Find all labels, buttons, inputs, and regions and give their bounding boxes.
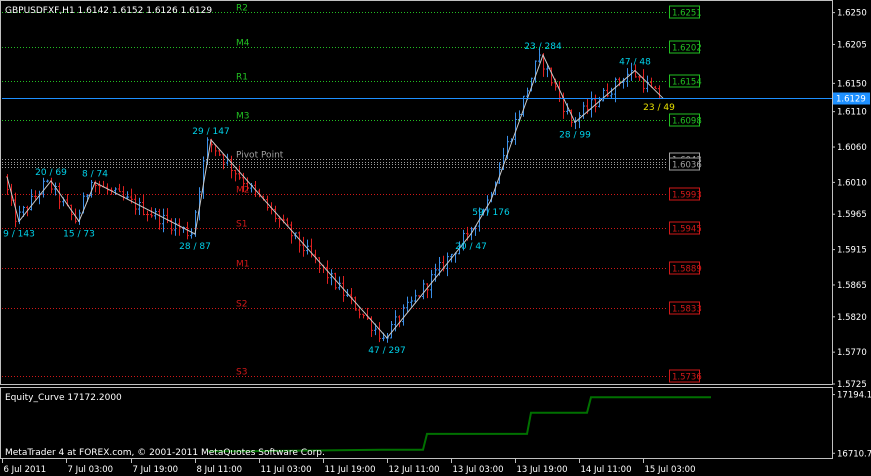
candles bbox=[6, 48, 661, 343]
time-tick-label-4: 11 Jul 03:00 bbox=[261, 465, 312, 475]
pivot-price-label-6: 1.5993 bbox=[672, 191, 702, 201]
price-tick-label-9: 1.5820 bbox=[837, 313, 867, 323]
zigzag-label-7: 47 / 297 bbox=[368, 346, 405, 356]
pivot-price-label-5: 1.6036 bbox=[672, 161, 702, 171]
pivot-price-label-10: 1.5736 bbox=[672, 373, 702, 383]
time-tick-label-3: 8 Jul 11:00 bbox=[197, 465, 243, 475]
zigzag-label-9: 59 / 176 bbox=[472, 208, 510, 218]
zigzag-label-12: 47 / 48 bbox=[619, 58, 651, 68]
pivot-price-label-1: 1.6202 bbox=[672, 44, 702, 54]
pivot-name-9: S2 bbox=[236, 300, 247, 310]
current-price-tag-label: 1.6129 bbox=[836, 95, 866, 105]
zigzag-label-5: 28 / 87 bbox=[179, 242, 211, 252]
time-tick-label-8: 13 Jul 19:00 bbox=[517, 465, 568, 475]
price-tick-label-6: 1.5965 bbox=[837, 210, 867, 220]
zigzag-label-8: 20 / 47 bbox=[455, 242, 487, 252]
pivot-name-8: M1 bbox=[236, 260, 250, 270]
time-tick-label-2: 7 Jul 19:00 bbox=[133, 465, 179, 475]
zigzag-label-4: 8 / 74 bbox=[82, 169, 108, 179]
pivot-name-2: R1 bbox=[236, 73, 248, 83]
main-pane-frame bbox=[0, 0, 833, 459]
zigzag-label-6: 29 / 147 bbox=[192, 127, 229, 137]
time-tick-label-5: 11 Jul 19:00 bbox=[325, 465, 376, 475]
symbol-header: GBPUSDFXF,H1 1.6142 1.6152 1.6126 1.6129 bbox=[5, 6, 212, 16]
price-tick-label-1: 1.6205 bbox=[837, 40, 867, 50]
copyright-text: MetaTrader 4 at FOREX.com, © 2001-2011 M… bbox=[5, 448, 325, 458]
pivot-price-label-9: 1.5833 bbox=[672, 305, 702, 315]
current-price: 1.6129 bbox=[2, 92, 870, 105]
pivot-price-label-7: 1.5945 bbox=[672, 225, 702, 235]
pivot-name-0: R2 bbox=[236, 4, 248, 14]
zigzag-label-11: 28 / 99 bbox=[559, 130, 591, 140]
pivot-name-1: M4 bbox=[236, 39, 250, 49]
zigzag-label-1: 9 / 143 bbox=[3, 229, 35, 239]
equity-tick-label-1: 16710.75 bbox=[837, 449, 871, 459]
pivot-price-label-2: 1.6154 bbox=[672, 78, 702, 88]
equity-line bbox=[207, 396, 711, 453]
pivot-levels: R2 1.6251 M4 1.6202 R1 1.6154 M3 1.6098 Pivot Po… bbox=[2, 4, 702, 383]
chart-canvas: R2 1.6251 M4 1.6202 R1 1.6154 M3 1.6098 Pivot Po… bbox=[0, 0, 871, 475]
price-tick-label-7: 1.5915 bbox=[837, 246, 867, 256]
equity-tick-label-0: 17194.1 bbox=[837, 391, 871, 401]
price-tick-label-4: 1.6060 bbox=[837, 143, 867, 153]
last-annotation: 23 / 49 bbox=[643, 103, 675, 113]
time-tick-label-0: 6 Jul 2011 bbox=[4, 465, 47, 475]
price-tick-label-10: 1.5770 bbox=[837, 348, 867, 358]
main-pane-border bbox=[0, 0, 833, 385]
zigzag-label-2: 20 / 69 bbox=[35, 168, 67, 178]
pivot-name-10: S3 bbox=[236, 368, 247, 378]
pivot-price-label-0: 1.6251 bbox=[672, 9, 702, 19]
price-tick-label-5: 1.6010 bbox=[837, 178, 867, 188]
time-tick-label-10: 15 Jul 03:00 bbox=[645, 465, 696, 475]
zigzag-line bbox=[6, 53, 664, 339]
pivot-name-4: Pivot Point bbox=[236, 151, 284, 161]
price-tick-label-2: 1.6150 bbox=[837, 79, 867, 89]
time-tick-label-6: 12 Jul 11:00 bbox=[389, 465, 440, 475]
time-tick-label-7: 13 Jul 03:00 bbox=[453, 465, 504, 475]
pivot-name-7: S1 bbox=[236, 220, 247, 230]
time-axis: 6 Jul 2011 7 Jul 03:00 7 Jul 19:00 8 Jul 11… bbox=[2, 459, 696, 475]
price-tick-label-11: 1.5725 bbox=[837, 380, 867, 390]
pivot-name-3: M3 bbox=[236, 112, 250, 122]
price-tick-label-8: 1.5865 bbox=[837, 281, 867, 291]
zigzag: 9 / 143 20 / 69 15 / 73 8 / 74 28 / 87 29 / 1… bbox=[3, 42, 675, 356]
time-tick-label-1: 7 Jul 03:00 bbox=[68, 465, 114, 475]
price-tick-label-0: 1.6250 bbox=[837, 9, 867, 19]
price-axis: 1.6250 1.6205 1.6150 1.6110 1.6060 1.6010 1.59… bbox=[832, 9, 867, 390]
zigzag-label-10: 23 / 284 bbox=[524, 42, 562, 52]
pivot-price-label-3: 1.6098 bbox=[672, 117, 702, 127]
price-tick-label-3: 1.6110 bbox=[837, 108, 867, 118]
pivot-price-label-8: 1.5889 bbox=[672, 265, 702, 275]
zigzag-label-3: 15 / 73 bbox=[63, 229, 95, 239]
equity-header: Equity_Curve 17172.2000 bbox=[5, 393, 122, 403]
time-tick-label-9: 14 Jul 11:00 bbox=[581, 465, 632, 475]
